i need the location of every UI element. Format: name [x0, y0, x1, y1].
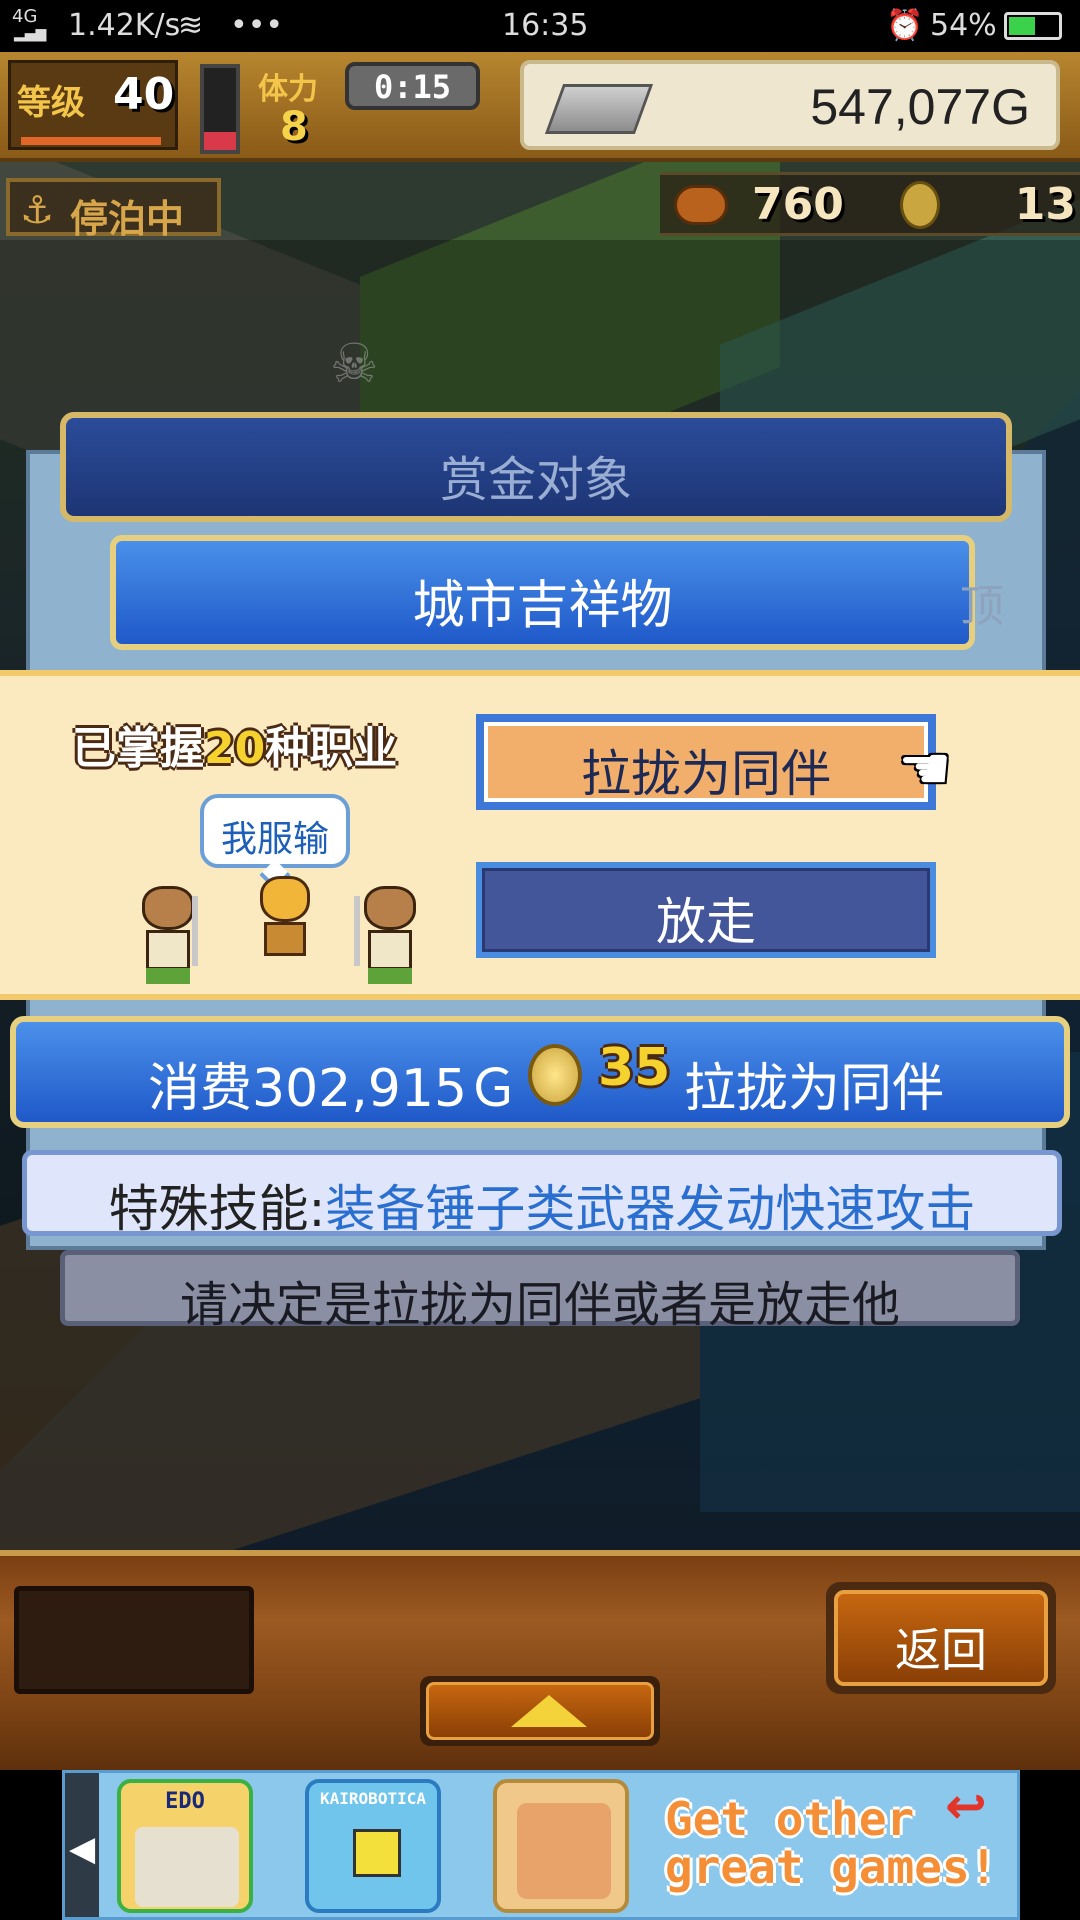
- choice-panel: 已掌握20种职业 我服输 拉拢为同伴 ☚ 放走: [0, 670, 1080, 1000]
- medal-icon: [900, 181, 940, 229]
- status-bar: 4G ▂▄▆ 1.42K/s ≋ ••• 16:35 ⏰ 54%: [0, 0, 1080, 52]
- ad-game-edo[interactable]: EDO: [117, 1779, 253, 1913]
- more-icon: •••: [230, 8, 284, 43]
- alarm-icon: ⏰: [886, 8, 924, 43]
- anchor-icon: ⚓: [20, 188, 55, 232]
- empty-slot: [14, 1586, 254, 1694]
- dock-status-badge: ⚓ 停泊中: [6, 178, 221, 241]
- clock-time: 16:35: [502, 8, 589, 43]
- coin-cost: 35: [598, 1038, 671, 1098]
- stamina-label: 体力: [258, 72, 318, 107]
- target-name-banner: 城市吉祥物: [110, 535, 975, 650]
- stamina-timer-text: 0:15: [373, 68, 452, 106]
- speech-bubble: 我服输: [200, 794, 350, 891]
- bounty-header: 赏金对象: [60, 412, 1012, 522]
- top-hud: 等级 40 体力 8 0:15 547,077G: [0, 52, 1080, 162]
- stamina-timer: 0:15: [345, 62, 480, 110]
- return-arrow-icon: ↩: [945, 1777, 987, 1835]
- stamina-gauge: [200, 64, 240, 154]
- up-arrow-icon: [511, 1695, 587, 1727]
- recruit-cost-bar[interactable]: 消费302,915Ｇ 35 拉拢为同伴: [10, 1016, 1070, 1128]
- special-skill-text: 特殊技能:装备锤子类武器发动快速攻击: [27, 1169, 1057, 1241]
- mastered-suffix: 种职业: [265, 723, 398, 774]
- medal-amount: 13: [1014, 179, 1076, 230]
- release-button-label: 放走: [656, 893, 756, 951]
- mastered-count: 20: [204, 723, 266, 774]
- speech-text: 我服输: [220, 819, 329, 860]
- gold-panel: 547,077G: [520, 60, 1060, 150]
- resource-panel: 760 13: [660, 172, 1080, 236]
- wifi-icon: ≋: [178, 8, 204, 43]
- level-value: 40: [113, 69, 175, 120]
- chevron-left-icon: ◀: [69, 1829, 96, 1869]
- ad-prev-button[interactable]: ◀: [65, 1773, 99, 1917]
- dock-status-text: 停泊中: [70, 197, 185, 241]
- scroll-up-button[interactable]: [420, 1676, 660, 1746]
- ad-banner[interactable]: ◀ EDO KAIROBOTICA Get other great games!…: [0, 1770, 1080, 1920]
- cost-amount-text: 消费302,915Ｇ: [148, 1059, 520, 1119]
- level-exp-bar: [21, 137, 161, 145]
- ad-game-title: EDO: [165, 1789, 205, 1814]
- scroll-up-button-face: [426, 1682, 654, 1740]
- ad-game-title: KAIROBOTICA: [320, 1789, 426, 1808]
- level-label: 等级: [17, 83, 85, 123]
- battery-icon: [1004, 12, 1062, 40]
- pointing-hand-icon: ☚: [898, 734, 952, 804]
- ad-banner-content[interactable]: ◀ EDO KAIROBOTICA Get other great games!…: [62, 1770, 1020, 1920]
- adventurer-sprite-right: [352, 886, 432, 986]
- special-skill-label: 特殊技能:: [108, 1180, 326, 1238]
- gold-amount: 547,077G: [810, 79, 1030, 135]
- back-button-label: 返回: [895, 1623, 987, 1677]
- target-name: 城市吉祥物: [412, 576, 673, 636]
- network-indicator: 4G: [12, 6, 38, 27]
- bottom-menu-panel: 返回: [0, 1550, 1080, 1770]
- instruction-bar: 请决定是拉拢为同伴或者是放走他: [60, 1250, 1020, 1333]
- recruit-button-label: 拉拢为同伴: [581, 745, 831, 803]
- battery-level: 54%: [930, 8, 997, 43]
- ad-cta-line2: great games!: [665, 1840, 998, 1894]
- level-panel: 等级 40: [8, 60, 178, 150]
- silver-bar-icon: [544, 84, 654, 134]
- special-skill-value: 装备锤子类武器发动快速攻击: [325, 1180, 976, 1238]
- signal-icon: ▂▄▆: [14, 26, 47, 42]
- release-button[interactable]: 放走: [476, 862, 936, 958]
- back-button[interactable]: 返回: [826, 1582, 1056, 1694]
- back-button-face: 返回: [834, 1590, 1048, 1686]
- ad-game-restaurant[interactable]: [493, 1779, 629, 1913]
- mastered-prefix: 已掌握: [72, 723, 204, 774]
- meat-icon: [674, 185, 728, 225]
- cost-action-text: 拉拢为同伴: [684, 1059, 945, 1119]
- mastered-jobs-text: 已掌握20种职业: [72, 712, 397, 776]
- recruit-button[interactable]: 拉拢为同伴: [476, 714, 936, 810]
- side-label: 顶: [960, 581, 1004, 632]
- food-amount: 760: [752, 179, 844, 230]
- network-speed: 1.42K/s: [68, 8, 181, 43]
- stamina-gauge-fill: [204, 131, 236, 150]
- ad-game-kairobotica[interactable]: KAIROBOTICA: [305, 1779, 441, 1913]
- special-skill-bar: 特殊技能:装备锤子类武器发动快速攻击: [22, 1150, 1062, 1238]
- instruction-text: 请决定是拉拢为同伴或者是放走他: [179, 1277, 900, 1333]
- adventurer-sprite-left: [130, 886, 210, 986]
- bounty-title: 赏金对象: [439, 452, 632, 508]
- mascot-sprite: [256, 876, 316, 960]
- coin-icon: [528, 1044, 582, 1106]
- stamina-value: 8: [280, 104, 308, 150]
